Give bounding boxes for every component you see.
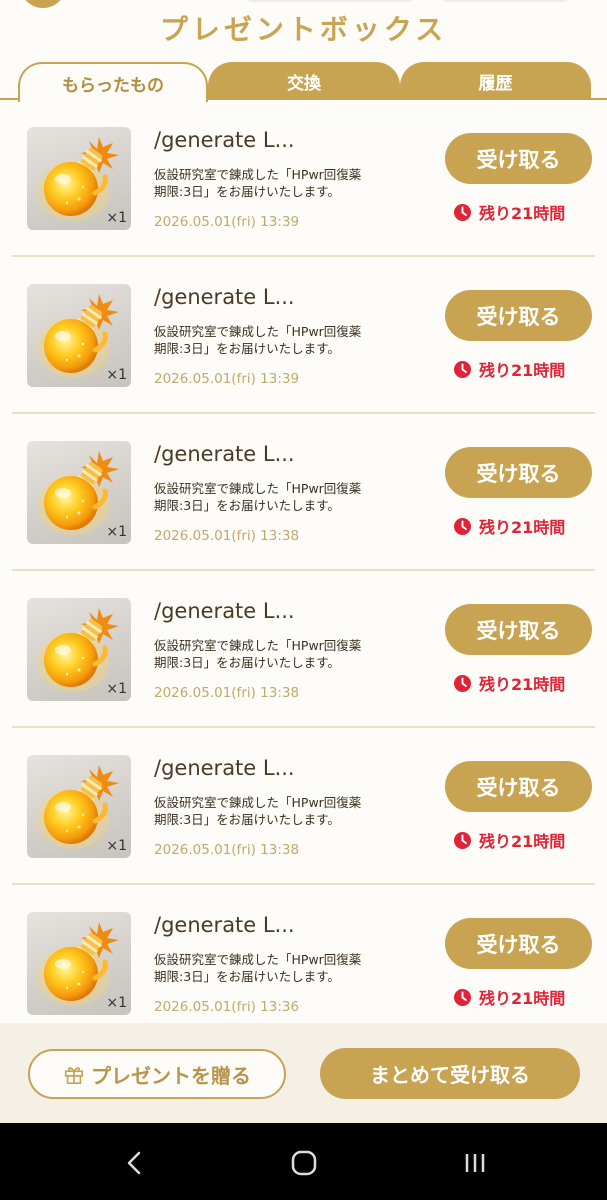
clock-icon [454, 203, 471, 221]
present-item: ×1 /generate L... 仮設研究室で錬成した「HPwr回復薬 期限:… [12, 100, 595, 257]
top-pill [245, 0, 415, 2]
clock-icon [454, 360, 471, 378]
present-item: ×1 /generate L... 仮設研究室で錬成した「HPwr回復薬 期限:… [12, 571, 595, 728]
item-thumbnail: ×1 [27, 127, 131, 230]
item-date: 2026.05.01(fri) 13:38 [154, 842, 300, 858]
remaining-time: 残り21時間 [454, 671, 565, 695]
item-description-line: 仮設研究室で錬成した「HPwr回復薬 [154, 324, 362, 339]
item-quantity: ×1 [106, 995, 127, 1011]
remaining-label: 残り21時間 [479, 675, 566, 694]
item-date: 2026.05.01(fri) 13:38 [154, 528, 300, 544]
item-date: 2026.05.01(fri) 13:39 [154, 214, 300, 230]
item-date: 2026.05.01(fri) 13:39 [154, 371, 300, 387]
remaining-time: 残り21時間 [454, 514, 565, 538]
receive-button[interactable]: 受け取る [445, 604, 592, 655]
receive-button[interactable]: 受け取る [445, 133, 592, 184]
item-description: 仮設研究室で錬成した「HPwr回復薬 期限:3日」をお届けいたします。 [154, 166, 404, 200]
item-quantity: ×1 [106, 681, 127, 697]
remaining-time: 残り21時間 [454, 828, 565, 852]
recents-icon[interactable] [460, 1148, 490, 1178]
item-description-line: 仮設研究室で錬成した「HPwr回復薬 [154, 795, 362, 810]
present-item: ×1 /generate L... 仮設研究室で錬成した「HPwr回復薬 期限:… [12, 414, 595, 571]
receive-button[interactable]: 受け取る [445, 290, 592, 341]
receive-button[interactable]: 受け取る [445, 918, 592, 969]
item-description-line: 期限:3日」をお届けいたします。 [154, 498, 340, 513]
clock-icon [454, 831, 471, 849]
item-thumbnail: ×1 [27, 284, 131, 387]
item-description-line: 期限:3日」をお届けいたします。 [154, 184, 340, 199]
tab-received[interactable]: もらったもの [18, 62, 208, 102]
item-quantity: ×1 [106, 838, 127, 854]
clock-icon [454, 517, 471, 535]
tab-history[interactable]: 履歴 [400, 62, 591, 100]
present-item: ×1 /generate L... 仮設研究室で錬成した「HPwr回復薬 期限:… [12, 728, 595, 885]
item-description-line: 期限:3日」をお届けいたします。 [154, 812, 340, 827]
item-description: 仮設研究室で錬成した「HPwr回復薬 期限:3日」をお届けいたします。 [154, 951, 404, 985]
item-description-line: 期限:3日」をお届けいたします。 [154, 655, 340, 670]
item-description-line: 期限:3日」をお届けいたします。 [154, 969, 340, 984]
remaining-time: 残り21時間 [454, 200, 565, 224]
present-item: ×1 /generate L... 仮設研究室で錬成した「HPwr回復薬 期限:… [12, 885, 595, 1042]
receive-button[interactable]: 受け取る [445, 447, 592, 498]
receive-all-button[interactable]: まとめて受け取る [320, 1048, 580, 1099]
item-description-line: 仮設研究室で錬成した「HPwr回復薬 [154, 167, 362, 182]
item-quantity: ×1 [106, 524, 127, 540]
item-date: 2026.05.01(fri) 13:38 [154, 685, 300, 701]
bottom-action-bar: プレゼントを贈る まとめて受け取る [0, 1023, 607, 1123]
remaining-time: 残り21時間 [454, 985, 565, 1009]
top-avatar-edge [20, 0, 66, 8]
remaining-label: 残り21時間 [479, 361, 566, 380]
item-description-line: 仮設研究室で錬成した「HPwr回復薬 [154, 952, 362, 967]
item-description-line: 仮設研究室で錬成した「HPwr回復薬 [154, 638, 362, 653]
item-name: /generate L... [154, 913, 295, 937]
item-quantity: ×1 [106, 367, 127, 383]
item-description: 仮設研究室で錬成した「HPwr回復薬 期限:3日」をお届けいたします。 [154, 480, 404, 514]
home-icon[interactable] [289, 1148, 319, 1178]
item-name: /generate L... [154, 442, 295, 466]
item-thumbnail: ×1 [27, 441, 131, 544]
top-pill [440, 0, 570, 2]
remaining-label: 残り21時間 [479, 204, 566, 223]
page-title: プレゼントボックス [159, 13, 448, 46]
remaining-time: 残り21時間 [454, 357, 565, 381]
present-item: ×1 /generate L... 仮設研究室で錬成した「HPwr回復薬 期限:… [12, 257, 595, 414]
item-description: 仮設研究室で錬成した「HPwr回復薬 期限:3日」をお届けいたします。 [154, 323, 404, 357]
remaining-label: 残り21時間 [479, 832, 566, 851]
item-thumbnail: ×1 [27, 755, 131, 858]
item-date: 2026.05.01(fri) 13:36 [154, 999, 300, 1015]
item-thumbnail: ×1 [27, 912, 131, 1015]
item-name: /generate L... [154, 128, 295, 152]
send-present-button[interactable]: プレゼントを贈る [28, 1049, 286, 1099]
system-nav-bar [0, 1123, 607, 1200]
clock-icon [454, 988, 471, 1006]
item-description: 仮設研究室で錬成した「HPwr回復薬 期限:3日」をお届けいたします。 [154, 637, 404, 671]
back-icon[interactable] [120, 1148, 150, 1178]
item-description-line: 期限:3日」をお届けいたします。 [154, 341, 340, 356]
item-name: /generate L... [154, 285, 295, 309]
gift-icon [64, 1067, 84, 1084]
clock-icon [454, 674, 471, 692]
tab-bar: もらったもの 交換 履歴 [0, 62, 607, 102]
send-present-label: プレゼントを贈る [91, 1063, 251, 1088]
item-name: /generate L... [154, 599, 295, 623]
present-list: ×1 /generate L... 仮設研究室で錬成した「HPwr回復薬 期限:… [0, 100, 607, 1042]
item-quantity: ×1 [106, 210, 127, 226]
remaining-label: 残り21時間 [479, 989, 566, 1008]
remaining-label: 残り21時間 [479, 518, 566, 537]
tab-exchange[interactable]: 交換 [208, 62, 400, 100]
item-description-line: 仮設研究室で錬成した「HPwr回復薬 [154, 481, 362, 496]
item-description: 仮設研究室で錬成した「HPwr回復薬 期限:3日」をお届けいたします。 [154, 794, 404, 828]
item-name: /generate L... [154, 756, 295, 780]
receive-button[interactable]: 受け取る [445, 761, 592, 812]
item-thumbnail: ×1 [27, 598, 131, 701]
